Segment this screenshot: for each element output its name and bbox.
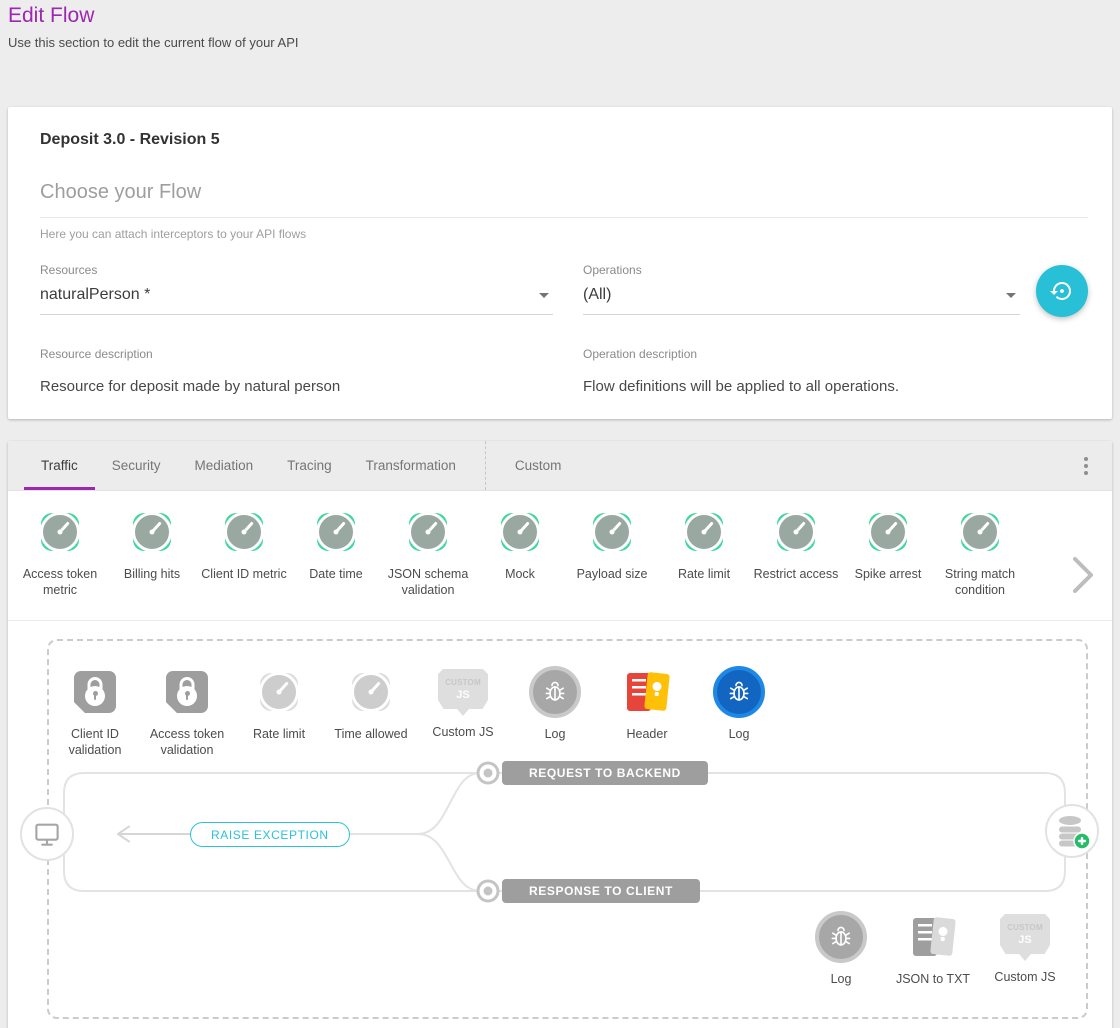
tab-mediation[interactable]: Mediation [178, 441, 271, 490]
tab-transformation[interactable]: Transformation [349, 441, 473, 490]
flow-canvas: Client ID validation Access token valida… [8, 621, 1112, 1028]
page-header: Edit Flow Use this section to edit the c… [8, 0, 1112, 50]
operations-value: (All) [583, 286, 611, 304]
flow-interceptor-rate-limit[interactable]: Rate limit [233, 666, 325, 758]
history-restore-icon [1050, 279, 1074, 303]
reload-flow-button[interactable] [1036, 265, 1088, 317]
flow-interceptor-time-allowed[interactable]: Time allowed [325, 666, 417, 758]
palette-item-string-match-condition[interactable]: String match condition [934, 506, 1026, 620]
interceptors-card: Traffic Security Mediation Tracing Trans… [8, 441, 1112, 1028]
bug-icon [815, 911, 867, 963]
edit-flow-page: Edit Flow Use this section to edit the c… [0, 0, 1120, 1028]
flow-interceptor-header[interactable]: Header [601, 666, 693, 758]
palette-item-date-time[interactable]: Date time [290, 506, 382, 620]
page-title: Edit Flow [8, 4, 1112, 28]
resources-label: Resources [40, 263, 553, 277]
gauge-icon [494, 506, 546, 558]
tab-security[interactable]: Security [95, 441, 178, 490]
flow-interceptor-log-blue[interactable]: Log [693, 666, 785, 758]
lock-icon [69, 666, 121, 718]
flow-selection-card: Deposit 3.0 - Revision 5 Choose your Flo… [8, 107, 1112, 419]
backend-endpoint[interactable] [1045, 804, 1099, 858]
palette-item-spike-arrest[interactable]: Spike arrest [842, 506, 934, 620]
gauge-icon [954, 506, 1006, 558]
request-interceptors-row: Client ID validation Access token valida… [49, 666, 785, 758]
choose-flow-hint: Here you can attach interceptors to your… [40, 227, 1088, 241]
gauge-icon [586, 506, 638, 558]
gauge-icon [678, 506, 730, 558]
palette-item-rate-limit[interactable]: Rate limit [658, 506, 750, 620]
monitor-icon [32, 819, 62, 849]
gauge-icon [126, 506, 178, 558]
database-add-icon [1053, 812, 1091, 850]
raise-exception-label: RAISE EXCEPTION [190, 822, 350, 847]
dropdown-arrow-icon [1006, 293, 1016, 298]
choose-flow-section: Choose your Flow Here you can attach int… [32, 181, 1088, 241]
operations-select[interactable]: Operations (All) [583, 263, 1020, 315]
flow-interceptor-log[interactable]: Log [509, 666, 601, 758]
client-endpoint[interactable] [20, 807, 74, 861]
lock-icon [161, 666, 213, 718]
gauge-icon [218, 506, 270, 558]
tab-traffic[interactable]: Traffic [24, 441, 95, 490]
request-to-backend-label: REQUEST TO BACKEND [502, 761, 708, 785]
gauge-icon [345, 666, 397, 718]
gauge-icon [402, 506, 454, 558]
palette-item-billing-hits[interactable]: Billing hits [106, 506, 198, 620]
palette-item-payload-size[interactable]: Payload size [566, 506, 658, 620]
gauge-icon [310, 506, 362, 558]
page-subtitle: Use this section to edit the current flo… [8, 35, 1112, 50]
gauge-icon [862, 506, 914, 558]
gauge-icon [253, 666, 305, 718]
choose-flow-heading: Choose your Flow [40, 181, 1088, 218]
response-interceptors-row: Log JSON to TXT CUSTOM JS Custom JS [795, 911, 1071, 988]
operation-description: Operation description Flow definitions w… [583, 345, 1088, 395]
bug-icon [529, 666, 581, 718]
bug-icon [713, 666, 765, 718]
palette-item-mock[interactable]: Mock [474, 506, 566, 620]
operation-description-label: Operation description [583, 347, 697, 361]
resources-value: naturalPerson * [40, 286, 150, 304]
dropdown-arrow-icon [539, 293, 549, 298]
description-row: Resource description Resource for deposi… [32, 345, 1088, 395]
flow-interceptor-json-to-txt[interactable]: JSON to TXT [887, 911, 979, 988]
response-to-client-label: RESPONSE TO CLIENT [502, 879, 700, 903]
custom-js-icon: CUSTOM JS [1000, 914, 1050, 961]
interceptor-tabs: Traffic Security Mediation Tracing Trans… [8, 441, 1112, 491]
json-to-txt-icon [907, 911, 959, 963]
gauge-icon [34, 506, 86, 558]
resources-select[interactable]: Resources naturalPerson * [40, 263, 553, 315]
custom-js-icon: CUSTOM JS [438, 669, 488, 716]
api-revision-title: Deposit 3.0 - Revision 5 [32, 131, 1088, 149]
palette-item-client-id-metric[interactable]: Client ID metric [198, 506, 290, 620]
resource-description-value: Resource for deposit made by natural per… [40, 378, 553, 395]
header-cards-icon [621, 666, 673, 718]
resource-description-label: Resource description [40, 347, 153, 361]
palette-item-json-schema-validation[interactable]: JSON schema validation [382, 506, 474, 620]
tab-tracing[interactable]: Tracing [270, 441, 349, 490]
tab-divider [485, 441, 486, 490]
flow-interceptor-custom-js-response[interactable]: CUSTOM JS Custom JS [979, 911, 1071, 988]
chevron-right-icon[interactable] [1070, 555, 1096, 600]
flow-interceptor-client-id-validation[interactable]: Client ID validation [49, 666, 141, 758]
gauge-icon [770, 506, 822, 558]
flow-interceptor-custom-js[interactable]: CUSTOM JS Custom JS [417, 666, 509, 758]
flow-interceptor-access-token-validation[interactable]: Access token validation [141, 666, 233, 758]
flow-select-row: Resources naturalPerson * Operations (Al… [32, 263, 1088, 317]
flow-interceptor-log-response[interactable]: Log [795, 911, 887, 988]
operations-label: Operations [583, 263, 1020, 277]
interceptor-palette: Access token metric Billing hits Client … [8, 491, 1112, 621]
tab-custom[interactable]: Custom [498, 441, 579, 490]
palette-item-restrict-access[interactable]: Restrict access [750, 506, 842, 620]
kebab-menu-icon[interactable] [1074, 454, 1098, 478]
operation-description-value: Flow definitions will be applied to all … [583, 378, 1088, 395]
resource-description: Resource description Resource for deposi… [40, 345, 553, 395]
palette-item-access-token-metric[interactable]: Access token metric [14, 506, 106, 620]
